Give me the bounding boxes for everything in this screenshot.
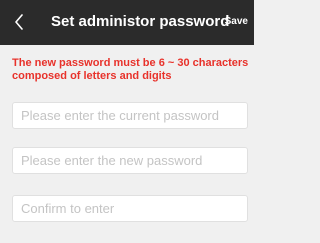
header-bar: Set administor password Save (0, 0, 254, 45)
save-button[interactable]: Save (225, 16, 248, 28)
page-title: Set administor password (51, 13, 230, 30)
current-password-input[interactable] (12, 102, 248, 129)
password-rule-notice: The new password must be 6 ~ 30 characte… (12, 57, 249, 82)
confirm-password-input[interactable] (12, 195, 248, 222)
new-password-input[interactable] (12, 147, 248, 174)
chevron-left-icon[interactable] (8, 10, 30, 34)
